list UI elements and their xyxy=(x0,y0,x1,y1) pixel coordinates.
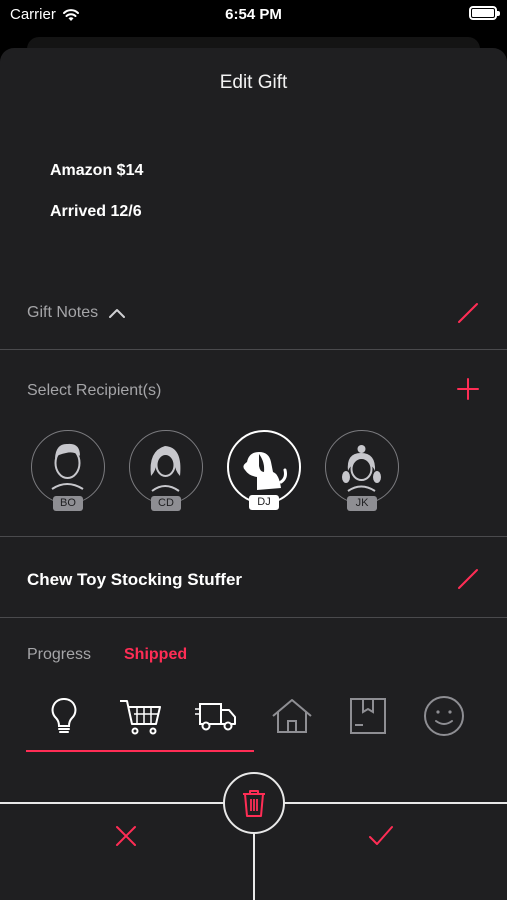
recipient-avatar-cd[interactable]: CD xyxy=(129,430,203,511)
divider xyxy=(0,349,507,350)
divider xyxy=(0,617,507,618)
recipient-initials: CD xyxy=(151,496,181,511)
x-icon xyxy=(116,826,136,846)
recipient-avatars: BO CD DJ JK xyxy=(31,430,399,511)
dog-avatar-icon xyxy=(243,452,287,490)
recipient-initials: DJ xyxy=(249,495,279,510)
recipient-avatar-bo[interactable]: BO xyxy=(31,430,105,511)
progress-status: Shipped xyxy=(124,646,188,663)
gift-notes-label: Gift Notes xyxy=(27,304,99,321)
woman-avatar-icon xyxy=(150,446,181,492)
cancel-button[interactable] xyxy=(110,820,142,852)
recipient-avatar-dj[interactable]: DJ xyxy=(227,430,301,510)
recipients-label: Select Recipient(s) xyxy=(27,382,162,399)
lightbulb-icon xyxy=(51,697,77,733)
gift-arrival-date: Arrived 12/6 xyxy=(50,203,142,220)
stage-shipped-button[interactable] xyxy=(178,692,254,740)
edit-gift-sheet: Edit Gift Amazon $14 Arrived 12/6 Gift N… xyxy=(0,48,507,900)
stage-given-button[interactable] xyxy=(406,692,482,740)
chevron-up-icon xyxy=(109,309,126,318)
stage-purchased-button[interactable] xyxy=(102,692,178,740)
edit-gift-name-button[interactable] xyxy=(453,564,483,594)
recipient-initials: JK xyxy=(347,496,377,511)
status-bar: Carrier 6:54 PM xyxy=(0,0,507,30)
cart-icon xyxy=(120,700,161,735)
smiley-icon xyxy=(424,696,464,736)
confirm-button[interactable] xyxy=(365,820,397,852)
stage-delivered-button[interactable] xyxy=(254,692,330,740)
trash-icon xyxy=(243,790,265,817)
man-avatar-icon xyxy=(51,443,84,490)
gift-source-price: Amazon $14 xyxy=(50,162,144,179)
pencil-icon xyxy=(458,569,478,589)
divider xyxy=(0,536,507,537)
girl-avatar-icon xyxy=(342,445,381,492)
add-recipient-button[interactable] xyxy=(453,374,483,404)
edit-notes-button[interactable] xyxy=(453,298,483,328)
gift-notes-toggle[interactable]: Gift Notes xyxy=(27,304,126,322)
gift-box-icon xyxy=(350,698,386,734)
progress-label: Progress xyxy=(27,646,92,663)
sheet-title: Edit Gift xyxy=(219,72,288,93)
status-time: 6:54 PM xyxy=(225,6,282,23)
stage-idea-button[interactable] xyxy=(26,692,102,740)
truck-icon xyxy=(195,703,236,731)
plus-icon xyxy=(457,378,479,400)
recipient-initials: BO xyxy=(53,496,83,511)
delete-gift-button[interactable] xyxy=(223,772,285,834)
progress-indicator xyxy=(26,750,254,752)
pencil-icon xyxy=(458,303,478,323)
stage-wrapped-button[interactable] xyxy=(330,692,406,740)
progress-stages xyxy=(26,692,482,740)
checkmark-icon xyxy=(369,826,393,845)
house-icon xyxy=(272,699,312,733)
battery-icon xyxy=(469,6,500,20)
gift-name: Chew Toy Stocking Stuffer xyxy=(27,570,243,589)
recipient-avatar-jk[interactable]: JK xyxy=(325,430,399,511)
